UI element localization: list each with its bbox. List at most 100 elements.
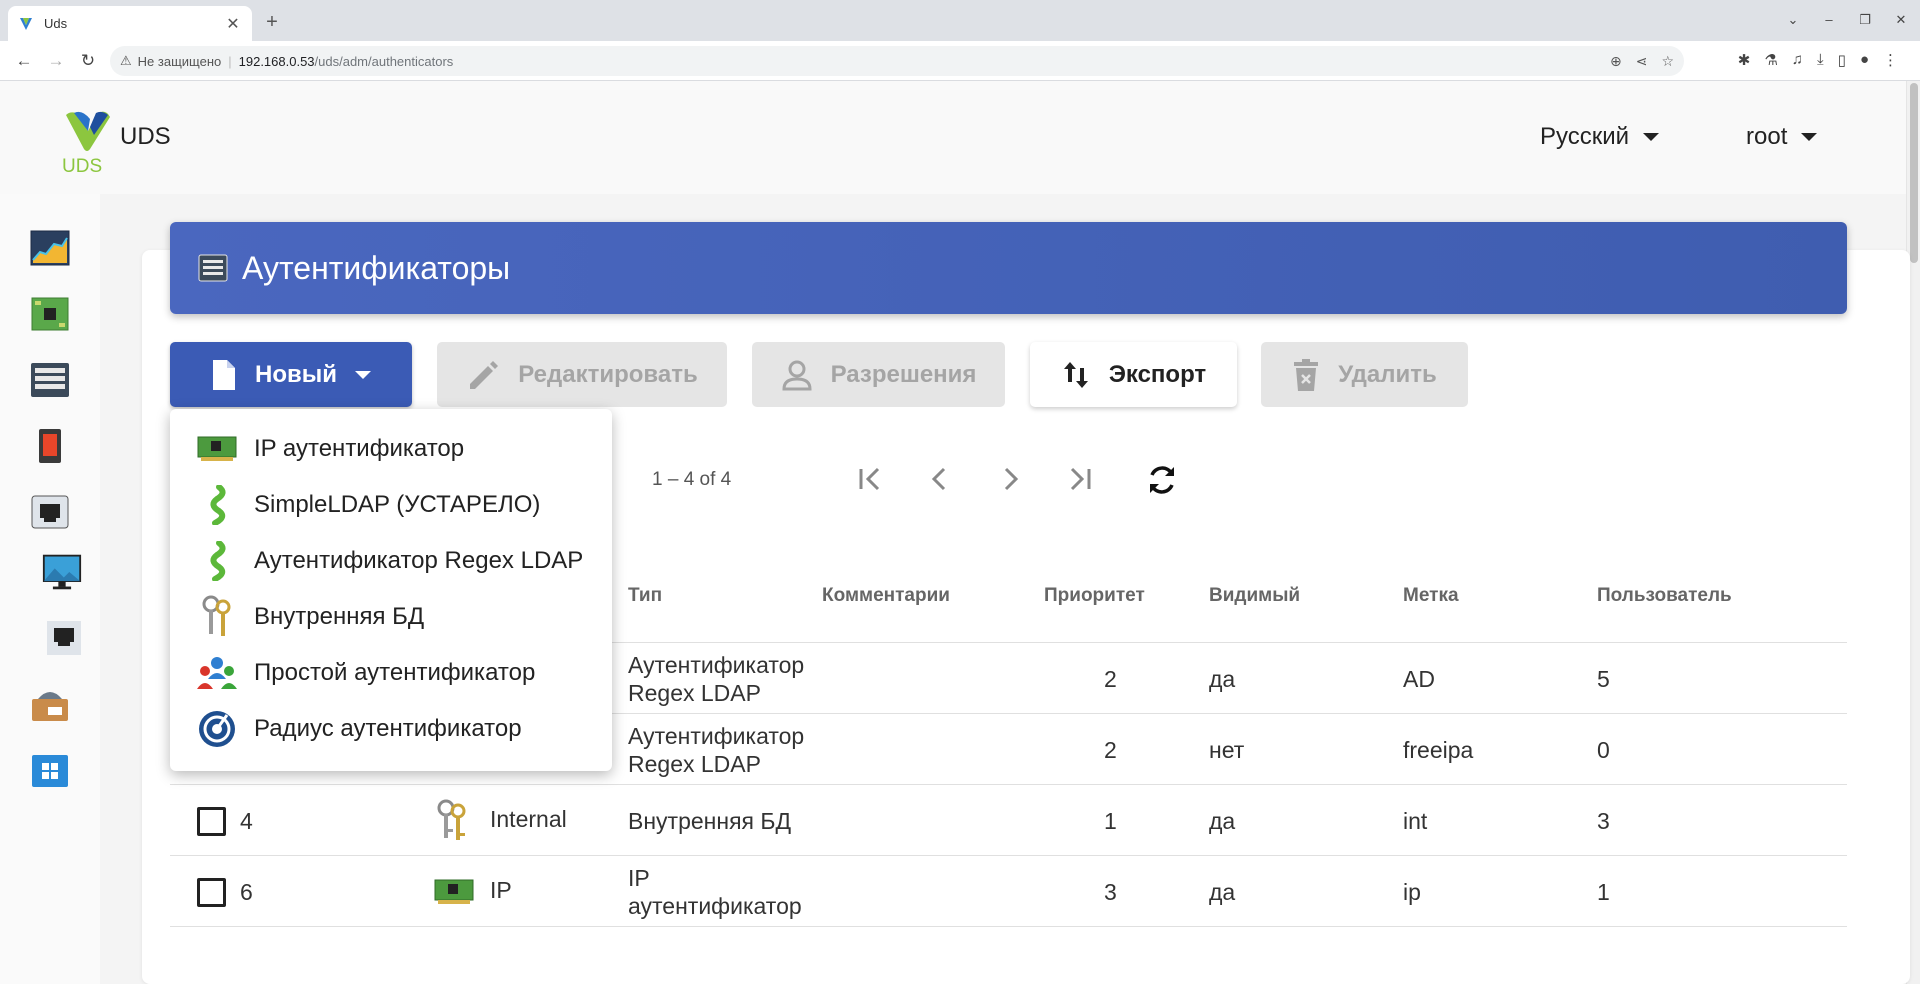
sidebar [0, 194, 100, 984]
row-checkbox[interactable] [197, 878, 226, 907]
share-icon[interactable]: ⋖ [1636, 53, 1648, 70]
sidebar-item-gallery[interactable] [30, 684, 70, 724]
media-control-icon[interactable]: ♫ [1792, 51, 1803, 69]
cell-id: 6 [240, 879, 253, 905]
last-page-icon[interactable] [1062, 461, 1098, 497]
downloads-icon[interactable]: ⤓ [1817, 51, 1824, 69]
cell-name[interactable]: Internal [490, 805, 567, 833]
person-icon [782, 360, 812, 390]
sidebar-item-transports[interactable] [30, 492, 70, 532]
header-priority[interactable]: Приоритет [1044, 585, 1145, 607]
cell-type-line2: Regex LDAP [628, 751, 761, 777]
sidebar-item-services[interactable] [30, 294, 70, 334]
header-tag[interactable]: Метка [1403, 585, 1459, 607]
menu-item-regex-ldap[interactable]: Аутентификатор Regex LDAP [170, 533, 612, 589]
table-row[interactable]: 4 Internal Внутренняя БД 1 да int 3 [170, 785, 1847, 856]
extensions-icon[interactable]: ✱ [1738, 51, 1751, 69]
window-close-icon[interactable]: ✕ [1894, 12, 1908, 28]
side-panel-icon[interactable]: ▯ [1838, 51, 1846, 69]
cell-priority: 1 [1104, 808, 1117, 834]
menu-item-label: Аутентификатор Regex LDAP [254, 547, 584, 574]
package-icon [32, 692, 68, 721]
app-header: UDS UDS Русский root [0, 81, 1906, 194]
menu-kebab-icon[interactable]: ⋮ [1883, 51, 1898, 69]
minimize-icon[interactable]: – [1822, 12, 1836, 28]
zoom-icon[interactable]: ⊕ [1610, 53, 1622, 70]
monitor-icon [42, 554, 82, 590]
user-caret-icon [1801, 133, 1818, 141]
url-host: 192.168.0.53 [238, 53, 315, 69]
menu-item-internal-db[interactable]: Внутренняя БД [170, 589, 612, 645]
menu-item-radius-authenticator[interactable]: Радиус аутентификатор [170, 701, 612, 757]
cell-type-line2: аутентификатор [628, 893, 802, 919]
network-card-icon [434, 879, 474, 904]
tab-close-icon[interactable]: ✕ [224, 14, 242, 34]
back-icon[interactable]: ← [8, 45, 40, 77]
new-button[interactable]: Новый [170, 342, 412, 407]
cell-visible: да [1209, 879, 1236, 905]
scrollbar-thumb[interactable] [1910, 83, 1918, 263]
header-users[interactable]: Пользователь [1597, 585, 1732, 607]
page-title-banner: Аутентификаторы [170, 222, 1847, 314]
menu-item-label: Простой аутентификатор [254, 659, 536, 686]
delete-button[interactable]: Удалить [1261, 342, 1468, 407]
cell-visible: да [1209, 666, 1236, 692]
export-button-label: Экспорт [1108, 360, 1207, 388]
prev-page-icon[interactable] [922, 461, 958, 497]
header-visible[interactable]: Видимый [1209, 585, 1300, 607]
uds-logo[interactable]: UDS [60, 109, 116, 176]
sidebar-item-os-managers[interactable] [30, 426, 70, 466]
profile-icon[interactable]: ● [1860, 51, 1869, 69]
new-caret-icon [355, 370, 371, 379]
edit-button[interactable]: Редактировать [437, 342, 727, 407]
header-comments[interactable]: Комментарии [822, 585, 950, 607]
sidebar-item-networks[interactable] [44, 618, 84, 658]
paginator: 1 – 4 of 4 [612, 431, 1128, 529]
menu-item-simple-authenticator[interactable]: Простой аутентификатор [170, 645, 612, 701]
language-label: Русский [1540, 123, 1630, 150]
address-bar[interactable]: ⚠ Не защищено | 192.168.0.53/uds/adm/aut… [110, 46, 1684, 76]
user-menu[interactable]: root [1746, 123, 1818, 151]
tab-search-icon[interactable]: ⌄ [1786, 12, 1800, 28]
export-button[interactable]: Экспорт [1030, 342, 1237, 407]
permissions-button-label: Разрешения [830, 360, 977, 388]
refresh-icon[interactable] [1142, 460, 1182, 500]
page-title: Аутентификаторы [242, 249, 511, 286]
table-row[interactable]: 6 IP IP аутентификатор 3 да ip 1 [170, 856, 1847, 927]
warning-icon[interactable]: ⚠ [120, 53, 132, 69]
reload-icon[interactable]: ↻ [72, 45, 104, 77]
sidebar-item-dashboard[interactable] [30, 228, 70, 268]
authenticators-server-icon [198, 254, 228, 282]
language-menu[interactable]: Русский [1540, 123, 1660, 151]
browser-tab[interactable]: Uds ✕ [8, 6, 252, 41]
first-page-icon[interactable] [852, 461, 888, 497]
menu-item-simple-ldap[interactable]: SimpleLDAP (УСТАРЕЛО) [170, 477, 612, 533]
menu-item-label: Радиус аутентификатор [254, 715, 522, 742]
bookmark-star-icon[interactable]: ☆ [1661, 53, 1674, 70]
extension-icons: ✱ ⚗ ♫ ⤓ ▯ ● ⋮ [1738, 51, 1898, 69]
keys-icon [437, 799, 466, 840]
file-icon [213, 359, 235, 390]
browser-toolbar: ← → ↻ ⚠ Не защищено | 192.168.0.53/uds/a… [0, 41, 1920, 81]
delete-button-label: Удалить [1338, 360, 1437, 388]
permissions-button[interactable]: Разрешения [752, 342, 1005, 407]
cell-users: 3 [1597, 808, 1610, 834]
user-label: root [1746, 123, 1788, 150]
sidebar-item-tools[interactable] [30, 750, 70, 790]
cell-type: Аутентификатор Regex LDAP [628, 722, 804, 778]
new-tab-icon[interactable]: + [262, 12, 282, 32]
forward-icon[interactable]: → [40, 45, 72, 77]
cell-name[interactable]: IP [490, 876, 512, 904]
brand-name: UDS [120, 123, 171, 150]
sidebar-item-pools[interactable] [42, 552, 82, 592]
cell-priority: 2 [1104, 666, 1117, 692]
header-type[interactable]: Тип [628, 585, 662, 607]
cell-priority: 3 [1104, 879, 1117, 905]
row-checkbox[interactable] [197, 807, 226, 836]
next-page-icon[interactable] [992, 461, 1028, 497]
menu-item-ip-authenticator[interactable]: IP аутентификатор [170, 421, 612, 477]
dashboard-chart-icon [30, 230, 70, 266]
restore-icon[interactable]: ❐ [1858, 12, 1872, 28]
sidebar-item-authenticators[interactable] [30, 360, 70, 400]
labs-flask-icon[interactable]: ⚗ [1764, 51, 1777, 69]
